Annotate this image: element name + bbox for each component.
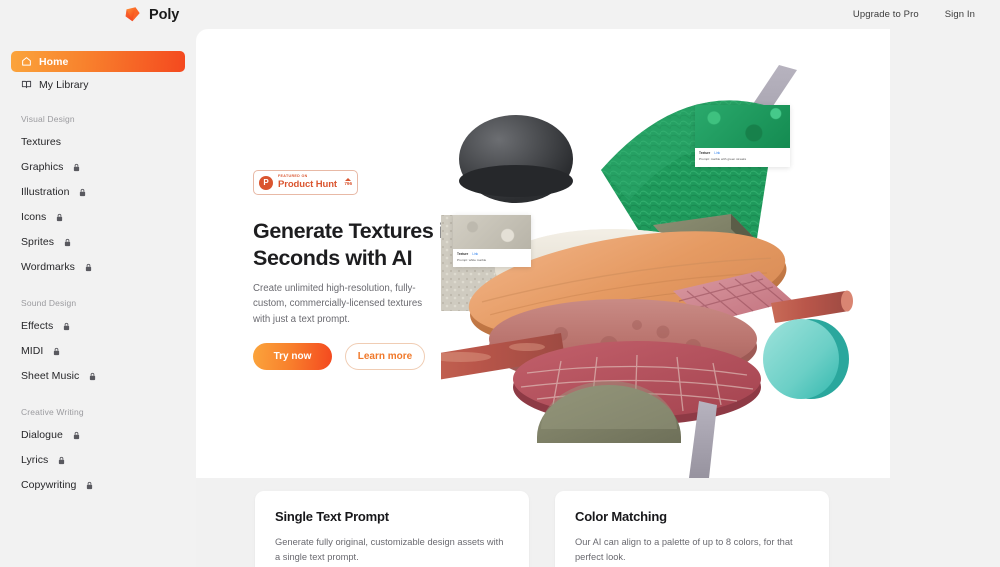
sidebar-group-label-sound-design: Sound Design — [21, 298, 77, 308]
product-hunt-kicker: FEATURED ON — [278, 174, 308, 179]
home-icon — [21, 56, 32, 67]
texture-card-meta: Texture Link Prompt: marble with green s… — [695, 148, 790, 165]
sidebar-item-label: MIDI — [21, 345, 44, 357]
texture-swatch-stone — [453, 215, 531, 249]
lock-icon — [59, 456, 65, 464]
lock-icon — [57, 213, 63, 221]
feature-card-single-text-prompt[interactable]: Single Text Prompt Generate fully origin… — [255, 491, 529, 567]
sidebar-item-label: Textures — [21, 136, 62, 148]
texture-card-label: Texture — [699, 151, 711, 155]
lock-icon — [90, 372, 96, 380]
sidebar-group-sound-design: Effects MIDI Sheet Music — [0, 315, 196, 388]
top-bar: Poly Upgrade to Pro Sign In — [0, 0, 1000, 29]
sidebar-item-label: Effects — [21, 320, 54, 332]
sidebar-item-label: Dialogue — [21, 429, 63, 441]
feature-card-body: Our AI can align to a palette of up to 8… — [575, 537, 793, 563]
sidebar-item-label: Icons — [21, 211, 47, 223]
sidebar-group-visual-design: Textures Graphics Illustration Icons Spr… — [0, 131, 196, 279]
feature-card-title: Single Text Prompt — [275, 509, 389, 524]
sidebar-item-sprites[interactable]: Sprites — [11, 231, 185, 253]
sidebar-item-dialogue[interactable]: Dialogue — [11, 424, 185, 446]
sidebar-item-wordmarks[interactable]: Wordmarks — [11, 256, 185, 278]
texture-card-green[interactable]: Texture Link Prompt: marble with green s… — [695, 105, 790, 167]
sidebar-group-creative-writing: Dialogue Lyrics Copywriting — [0, 424, 196, 497]
texture-card-label: Texture — [457, 252, 469, 256]
library-icon — [21, 79, 32, 90]
cta-row: Try now Learn more — [253, 343, 425, 370]
product-hunt-votes: 796 — [344, 177, 352, 187]
sidebar-item-label: Sprites — [21, 236, 55, 248]
poly-logo-icon — [123, 5, 142, 24]
feature-card-body: Generate fully original, customizable de… — [275, 537, 504, 563]
sidebar-group-label-visual-design: Visual Design — [21, 114, 75, 124]
lock-icon — [73, 431, 79, 439]
feature-card-color-matching[interactable]: Color Matching Our AI can align to a pal… — [555, 491, 829, 567]
texture-card-link[interactable]: Link — [472, 252, 478, 256]
texture-card-link[interactable]: Link — [714, 151, 720, 155]
top-nav: Upgrade to Pro Sign In — [853, 9, 975, 20]
texture-card-header: Texture Link — [699, 151, 786, 155]
sidebar-item-textures[interactable]: Textures — [11, 131, 185, 153]
features-section: Single Text Prompt Generate fully origin… — [196, 478, 890, 567]
sidebar-item-home[interactable]: Home — [11, 51, 185, 72]
sidebar-item-label: Wordmarks — [21, 261, 75, 273]
sidebar-item-sheet-music[interactable]: Sheet Music — [11, 365, 185, 387]
hero-illustration: Texture Link Prompt: marble with green s… — [441, 29, 890, 478]
lock-icon — [64, 238, 71, 246]
sidebar-item-my-library[interactable]: My Library — [11, 74, 185, 95]
sidebar-item-midi[interactable]: MIDI — [11, 340, 185, 362]
hero-section: P FEATURED ON Product Hunt 796 Generate … — [196, 29, 890, 478]
sign-in-link[interactable]: Sign In — [945, 9, 975, 20]
try-now-button[interactable]: Try now — [253, 343, 332, 370]
sidebar-item-label: Sheet Music — [21, 370, 80, 382]
texture-card-meta: Texture Link Prompt: white marble — [453, 249, 531, 266]
lock-icon — [80, 188, 86, 196]
texture-card-prompt: Prompt: marble with green streaks — [699, 157, 747, 161]
feature-card-title: Color Matching — [575, 509, 667, 524]
lock-icon — [64, 322, 70, 330]
product-hunt-badge[interactable]: P FEATURED ON Product Hunt 796 — [253, 170, 358, 195]
sidebar-item-graphics[interactable]: Graphics — [11, 156, 185, 178]
learn-more-button[interactable]: Learn more — [345, 343, 425, 370]
texture-card-stone[interactable]: Texture Link Prompt: white marble — [453, 215, 531, 267]
upgrade-to-pro-link[interactable]: Upgrade to Pro — [853, 9, 919, 20]
product-hunt-text: FEATURED ON Product Hunt — [278, 175, 337, 190]
lock-icon — [87, 481, 93, 489]
texture-swatch-green — [695, 105, 790, 148]
sidebar-item-copywriting[interactable]: Copywriting — [11, 474, 185, 496]
sidebar-item-label: Graphics — [21, 161, 64, 173]
sidebar-item-label: Lyrics — [21, 454, 49, 466]
texture-card-prompt: Prompt: white marble — [457, 258, 487, 262]
sidebar-item-label: Home — [39, 55, 69, 68]
page-title: Generate Textures in Seconds with AI — [253, 219, 458, 270]
product-hunt-vote-count: 796 — [344, 181, 352, 187]
lock-icon — [85, 263, 92, 271]
sidebar-item-effects[interactable]: Effects — [11, 315, 185, 337]
hero-subtitle: Create unlimited high-resolution, fully-… — [253, 283, 423, 325]
brand-name: Poly — [149, 6, 180, 23]
app-root: Poly Upgrade to Pro Sign In Home My Libr… — [0, 0, 1000, 567]
brand[interactable]: Poly — [123, 5, 179, 24]
sidebar-item-illustration[interactable]: Illustration — [11, 181, 185, 203]
sidebar-item-label: Copywriting — [21, 479, 77, 491]
sidebar-item-label: My Library — [39, 78, 89, 91]
sidebar-item-icons[interactable]: Icons — [11, 206, 185, 228]
lock-icon — [54, 347, 60, 355]
sidebar: Home My Library Visual Design Textures G… — [0, 29, 196, 567]
lock-icon — [74, 163, 80, 171]
sidebar-item-label: Illustration — [21, 186, 70, 198]
product-hunt-title: Product Hunt — [278, 179, 337, 191]
product-hunt-icon: P — [259, 175, 273, 190]
texture-card-header: Texture Link — [457, 252, 527, 256]
sidebar-item-lyrics[interactable]: Lyrics — [11, 449, 185, 471]
sidebar-group-label-creative-writing: Creative Writing — [21, 407, 84, 417]
